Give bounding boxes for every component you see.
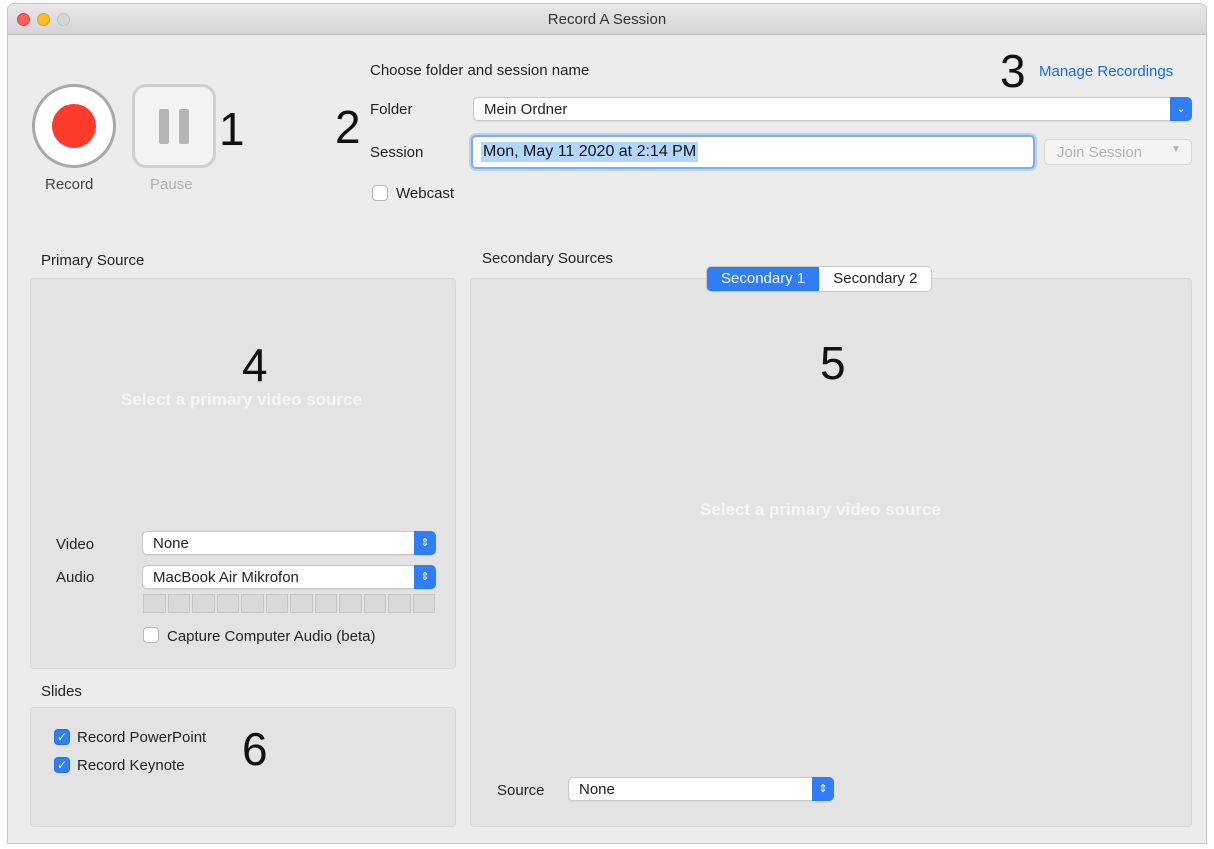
secondary-source-placeholder: Select a primary video source (700, 500, 941, 519)
title-bar: Record A Session (8, 4, 1206, 35)
primary-source-heading: Primary Source (41, 252, 145, 269)
webcast-label: Webcast (396, 185, 455, 202)
updown-stepper-icon: ⇕ (414, 565, 436, 589)
window-title: Record A Session (547, 11, 667, 28)
record-keynote-checkbox[interactable]: ✓ (54, 757, 70, 773)
record-icon (52, 104, 96, 148)
secondary-sources-heading: Secondary Sources (482, 250, 613, 267)
record-powerpoint-label: Record PowerPoint (77, 729, 207, 746)
callout-5: 5 (820, 337, 846, 389)
slides-heading: Slides (41, 683, 82, 700)
updown-stepper-icon: ⇕ (414, 531, 436, 555)
session-label: Session (370, 144, 424, 161)
record-label: Record (45, 176, 94, 193)
video-select-value: None (153, 535, 189, 552)
record-powerpoint-checkbox[interactable]: ✓ (54, 729, 70, 745)
audio-select[interactable]: MacBook Air Mikrofon ⇕ (142, 565, 436, 589)
tab-secondary-1[interactable]: Secondary 1 (707, 267, 820, 291)
folder-label: Folder (370, 101, 413, 118)
session-name-field[interactable]: Mon, May 11 2020 at 2:14 PM (471, 135, 1035, 169)
join-session-button[interactable]: Join Session ▼ (1044, 139, 1192, 165)
pause-button[interactable] (132, 84, 216, 168)
record-session-window: Record A Session Record Pause 1 Choose f… (8, 4, 1206, 843)
capture-audio-label: Capture Computer Audio (beta) (167, 628, 376, 645)
chevron-down-icon: ⌄ (1170, 97, 1192, 121)
secondary-tabs: Secondary 1 Secondary 2 (706, 266, 933, 292)
record-keynote-label: Record Keynote (77, 757, 185, 774)
callout-4: 4 (242, 339, 268, 391)
callout-3: 3 (1000, 45, 1026, 97)
audio-level-meter (143, 594, 435, 613)
webcast-checkbox[interactable] (372, 185, 388, 201)
join-session-label: Join Session (1057, 144, 1143, 161)
manage-recordings-link[interactable]: Manage Recordings (1039, 63, 1173, 80)
callout-6: 6 (242, 723, 268, 775)
video-select[interactable]: None ⇕ (142, 531, 436, 555)
folder-select[interactable]: Mein Ordner ⌄ (473, 97, 1192, 121)
video-label: Video (56, 536, 95, 553)
capture-audio-checkbox[interactable] (143, 627, 159, 643)
source-label: Source (497, 782, 545, 799)
primary-source-placeholder: Select a primary video source (121, 390, 362, 409)
folder-select-value: Mein Ordner (484, 101, 568, 118)
record-button[interactable] (32, 84, 116, 168)
tab-secondary-2[interactable]: Secondary 2 (819, 267, 931, 291)
pause-label: Pause (150, 176, 193, 193)
source-select[interactable]: None ⇕ (568, 777, 834, 801)
session-setup-heading: Choose folder and session name (370, 62, 590, 79)
audio-label: Audio (56, 569, 95, 586)
callout-2: 2 (335, 101, 361, 153)
updown-stepper-icon: ⇕ (812, 777, 834, 801)
source-select-value: None (579, 781, 615, 798)
dropdown-arrow-icon: ▼ (1171, 144, 1181, 155)
audio-select-value: MacBook Air Mikrofon (153, 569, 299, 586)
callout-1: 1 (219, 103, 245, 155)
session-name-value: Mon, May 11 2020 at 2:14 PM (481, 142, 699, 162)
